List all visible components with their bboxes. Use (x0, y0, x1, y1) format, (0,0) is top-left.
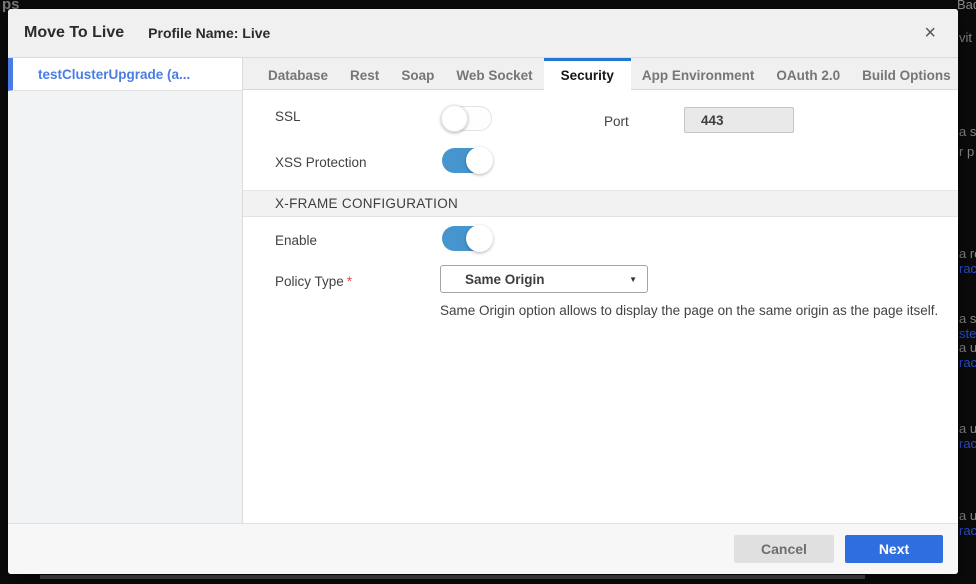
background-text-fragment: rac (959, 261, 976, 276)
background-text-fragment: a s (959, 311, 976, 326)
tab-database[interactable]: Database (257, 58, 339, 89)
port-input[interactable] (684, 107, 794, 133)
tab-security[interactable]: Security (544, 58, 631, 90)
required-asterisk: * (347, 274, 352, 289)
main-panel: Database Rest Soap Web Socket Security A… (243, 58, 958, 523)
policy-help-text: Same Origin option allows to display the… (440, 303, 938, 318)
xframe-section-header: X-FRAME CONFIGURATION (243, 190, 958, 217)
ssl-toggle[interactable] (442, 106, 492, 131)
dialog-footer: Cancel Next (8, 523, 958, 574)
dialog-body: testClusterUpgrade (a... Database Rest S… (8, 58, 958, 523)
xss-protection-toggle[interactable] (442, 148, 492, 173)
background-text-fragment: ste (959, 326, 976, 341)
xframe-section-title: X-FRAME CONFIGURATION (275, 196, 458, 211)
cancel-button[interactable]: Cancel (734, 535, 834, 563)
tab-soap[interactable]: Soap (390, 58, 445, 89)
background-text-fragment: a s (959, 124, 976, 139)
policy-type-label-text: Policy Type (275, 274, 344, 289)
background-text-fragment: a u (959, 508, 976, 523)
tab-oauth[interactable]: OAuth 2.0 (765, 58, 851, 89)
next-button[interactable]: Next (845, 535, 943, 563)
toggle-knob (466, 147, 493, 174)
move-to-live-dialog: Move To Live Profile Name: Live × testCl… (8, 9, 958, 574)
background-text-fragment: Bad (957, 0, 976, 12)
policy-type-label: Policy Type* (275, 274, 352, 289)
settings-tabbar: Database Rest Soap Web Socket Security A… (243, 58, 958, 90)
app-list-sidebar: testClusterUpgrade (a... (8, 58, 243, 523)
profile-name-label: Profile Name: Live (148, 25, 270, 41)
tab-build-options[interactable]: Build Options (851, 58, 958, 89)
policy-type-selected-value: Same Origin (465, 272, 629, 287)
sidebar-item-app[interactable]: testClusterUpgrade (a... (8, 58, 242, 91)
background-text-fragment: vit (959, 30, 972, 45)
background-text-fragment: rac (959, 355, 976, 370)
tab-app-environment[interactable]: App Environment (631, 58, 766, 89)
background-text-fragment: a re (959, 246, 976, 261)
enable-label: Enable (275, 233, 317, 248)
policy-type-select[interactable]: Same Origin ▼ (440, 265, 648, 293)
xss-protection-label: XSS Protection (275, 155, 367, 170)
background-text-fragment: a u (959, 340, 976, 355)
toggle-knob (466, 225, 493, 252)
chevron-down-icon: ▼ (629, 275, 637, 284)
close-icon[interactable]: × (918, 21, 942, 45)
security-tab-content: SSL Port XSS Protection X-FRAME CONFIGUR… (243, 90, 958, 523)
dialog-header: Move To Live Profile Name: Live × (8, 9, 958, 58)
tab-web-socket[interactable]: Web Socket (445, 58, 543, 89)
ssl-label: SSL (275, 109, 301, 124)
background-text-fragment: rac (959, 523, 976, 538)
background-scrollbar (40, 575, 865, 579)
toggle-knob (441, 105, 468, 132)
background-text-fragment: rac (959, 436, 976, 451)
sidebar-item-label: testClusterUpgrade (a... (38, 67, 190, 82)
background-text-fragment: a u (959, 421, 976, 436)
xframe-enable-toggle[interactable] (442, 226, 492, 251)
tab-rest[interactable]: Rest (339, 58, 390, 89)
background-text-fragment: r p (959, 144, 974, 159)
port-label: Port (604, 114, 629, 129)
dialog-title: Move To Live (24, 24, 124, 42)
